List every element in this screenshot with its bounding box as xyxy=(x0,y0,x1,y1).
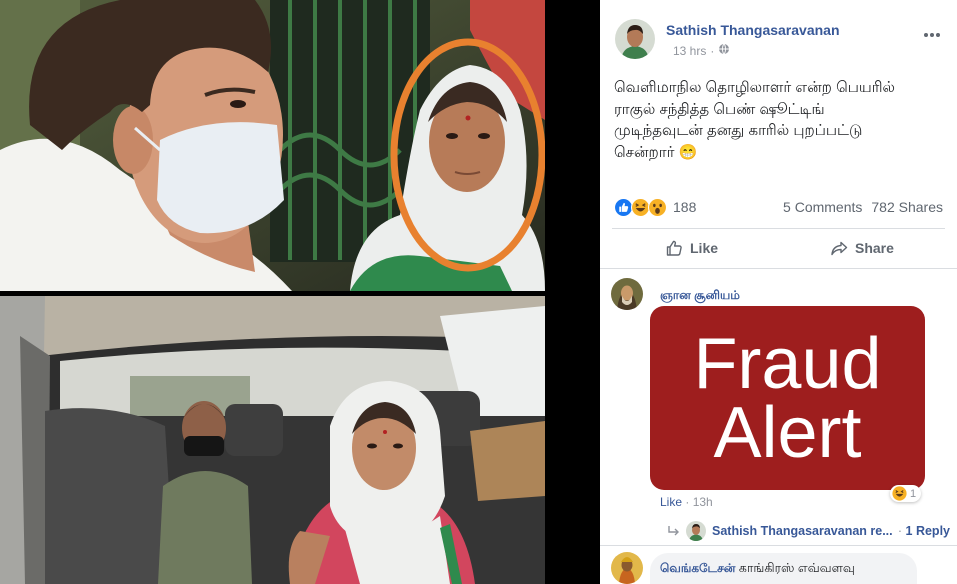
post-text-line: முடிந்தவுடன் தனது காரில் புறப்பட்டு xyxy=(614,122,863,140)
globe-icon[interactable] xyxy=(718,43,730,58)
haha-reaction-icon xyxy=(892,486,907,501)
engagement-counts: 5 Comments 782 Shares xyxy=(783,198,943,216)
comment-actions: Like · 13h xyxy=(660,495,713,509)
post-author-name[interactable]: Sathish Thangasaravanan xyxy=(666,22,840,38)
reply-count: · 1 Reply xyxy=(898,524,950,538)
like-label: Like xyxy=(690,240,719,256)
commenter-avatar[interactable] xyxy=(611,278,643,310)
fraud-alert-image[interactable]: Fraud Alert xyxy=(650,306,925,490)
comment-bubble: வெங்கடேசன் காங்கிரஸ் எவ்வளவு xyxy=(650,553,917,584)
headrest xyxy=(225,404,283,456)
cardboard-box xyxy=(470,421,545,501)
comment-reaction-count: 1 xyxy=(910,487,917,500)
like-button[interactable]: Like xyxy=(665,238,718,258)
post-panel: Sathish Thangasaravanan 13 hrs · வெளிமாந… xyxy=(600,0,957,584)
meta-separator: · xyxy=(710,43,715,58)
thumbs-up-icon xyxy=(665,239,683,257)
author-avatar[interactable] xyxy=(615,19,655,59)
post-text-line: ராகுல் சந்தித்த பெண் ஷூட்டிங் xyxy=(614,100,825,118)
share-label: Share xyxy=(855,240,894,256)
share-arrow-icon xyxy=(830,239,848,257)
comment-author-name[interactable]: ஞான சூனியம் xyxy=(660,288,740,302)
post-timestamp[interactable]: 13 hrs xyxy=(673,44,706,58)
reply-separator: · xyxy=(897,524,903,538)
reaction-summary[interactable]: 188 xyxy=(614,197,696,217)
post-photo-top[interactable] xyxy=(0,0,545,291)
comment-meta-separator: · xyxy=(685,495,690,509)
fraud-alert-text: Fraud xyxy=(693,324,882,404)
front-seat xyxy=(45,408,175,584)
reaction-count[interactable]: 188 xyxy=(673,199,696,215)
haha-reaction-icon xyxy=(631,197,650,217)
divider xyxy=(600,268,957,269)
divider xyxy=(612,228,945,229)
reply-author-avatar[interactable] xyxy=(686,521,706,541)
reply-author-link[interactable]: Sathish Thangasaravanan re... xyxy=(712,524,892,538)
post-photo-bottom[interactable] xyxy=(0,296,545,584)
post-text: வெளிமாநில தொழிலாளர் என்ற பெயரில் ராகுல் … xyxy=(614,77,949,164)
fraud-alert-text: Alert xyxy=(713,393,862,473)
wow-reaction-icon xyxy=(648,197,667,217)
comment-timestamp[interactable]: 13h xyxy=(693,495,713,509)
post-text-line: வெளிமாநில தொழிலாளர் என்ற பெயரில் xyxy=(614,79,896,96)
commenter-avatar[interactable] xyxy=(611,552,643,584)
like-reaction-icon xyxy=(614,197,633,217)
post-text-line: சென்றார் 😁 xyxy=(614,144,698,162)
comments-count-link[interactable]: 5 Comments xyxy=(783,199,862,215)
post-meta: 13 hrs · xyxy=(673,43,730,58)
reply-arrow-icon xyxy=(666,524,680,543)
shares-count-link[interactable]: 782 Shares xyxy=(871,199,943,215)
comment-text: காங்கிரஸ் எவ்வளவு xyxy=(738,561,855,575)
share-button[interactable]: Share xyxy=(830,238,894,258)
comment-reaction-badge[interactable]: 1 xyxy=(890,485,922,502)
comment-author-name[interactable]: வெங்கடேசன் xyxy=(660,561,735,575)
comment-like-link[interactable]: Like xyxy=(660,495,682,509)
more-options-icon[interactable] xyxy=(923,26,941,44)
view-replies-link[interactable]: 1 Reply xyxy=(906,524,950,538)
divider xyxy=(600,545,957,546)
